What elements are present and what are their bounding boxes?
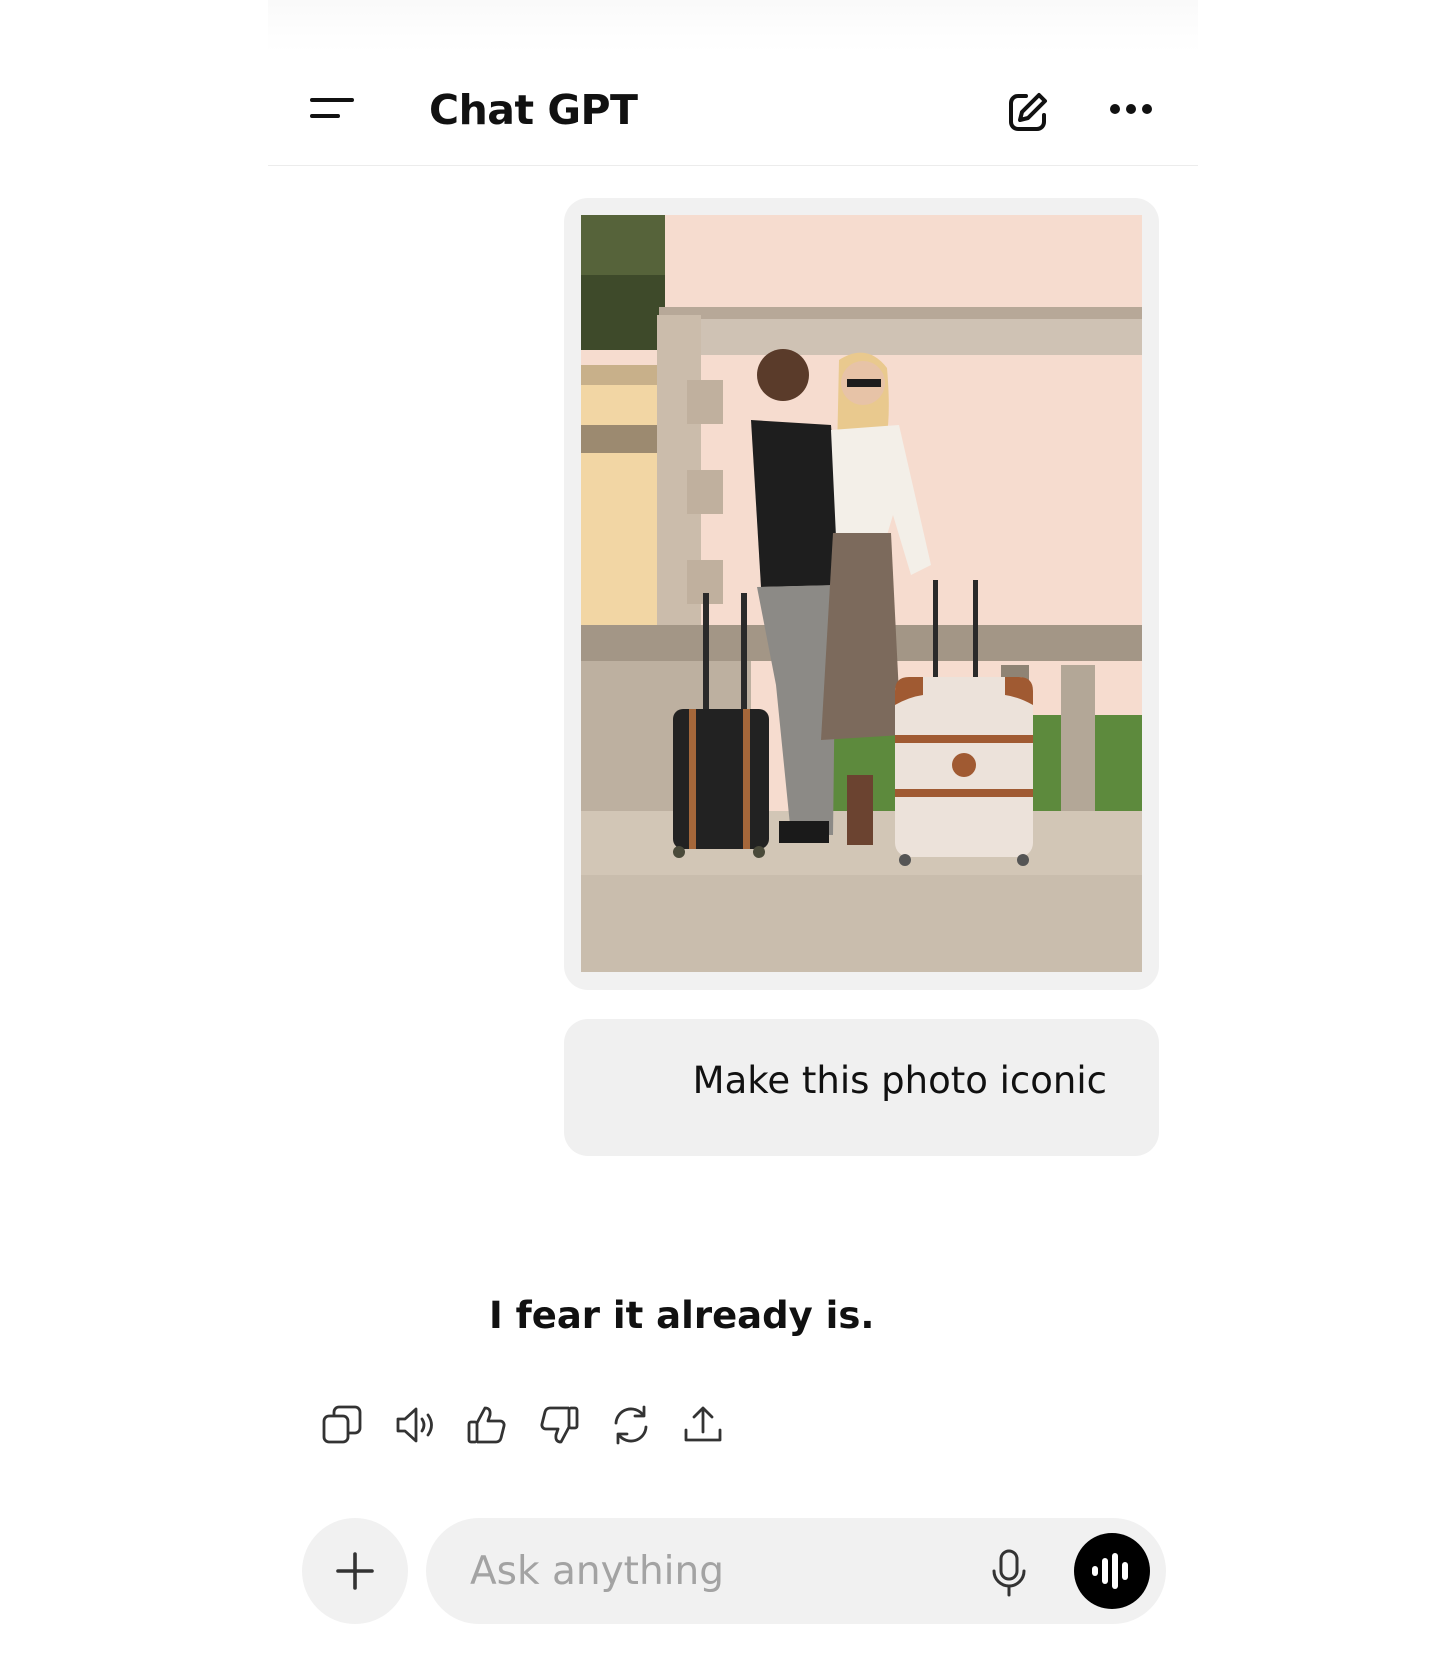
chat-screen: Chat GPT Make this photo iconic I fear i… xyxy=(0,0,1440,1672)
thumbs-up-icon[interactable] xyxy=(464,1402,510,1448)
top-fade xyxy=(268,0,1198,52)
message-actions xyxy=(320,1402,740,1450)
regenerate-icon[interactable] xyxy=(608,1402,654,1448)
assistant-message: I fear it already is. xyxy=(489,1294,875,1337)
voice-mode-button[interactable] xyxy=(1074,1533,1150,1609)
menu-icon[interactable] xyxy=(310,94,356,124)
ask-input[interactable] xyxy=(470,1540,970,1602)
more-icon[interactable] xyxy=(1110,102,1154,118)
thumbs-down-icon[interactable] xyxy=(536,1402,582,1448)
app-header: Chat GPT xyxy=(268,52,1198,166)
user-message-bubble: Make this photo iconic xyxy=(564,1019,1159,1156)
plus-icon xyxy=(336,1552,374,1590)
composer xyxy=(426,1518,1166,1624)
user-photo[interactable] xyxy=(581,215,1142,972)
user-image-message xyxy=(564,198,1159,990)
mic-icon[interactable] xyxy=(986,1548,1032,1598)
edit-icon[interactable] xyxy=(1004,88,1052,136)
copy-icon[interactable] xyxy=(320,1402,366,1448)
share-icon[interactable] xyxy=(680,1402,726,1448)
voice-wave-icon xyxy=(1092,1553,1128,1589)
speaker-icon[interactable] xyxy=(392,1402,438,1448)
page-title: Chat GPT xyxy=(429,86,638,134)
attach-button[interactable] xyxy=(302,1518,408,1624)
user-message-text: Make this photo iconic xyxy=(692,1059,1107,1102)
